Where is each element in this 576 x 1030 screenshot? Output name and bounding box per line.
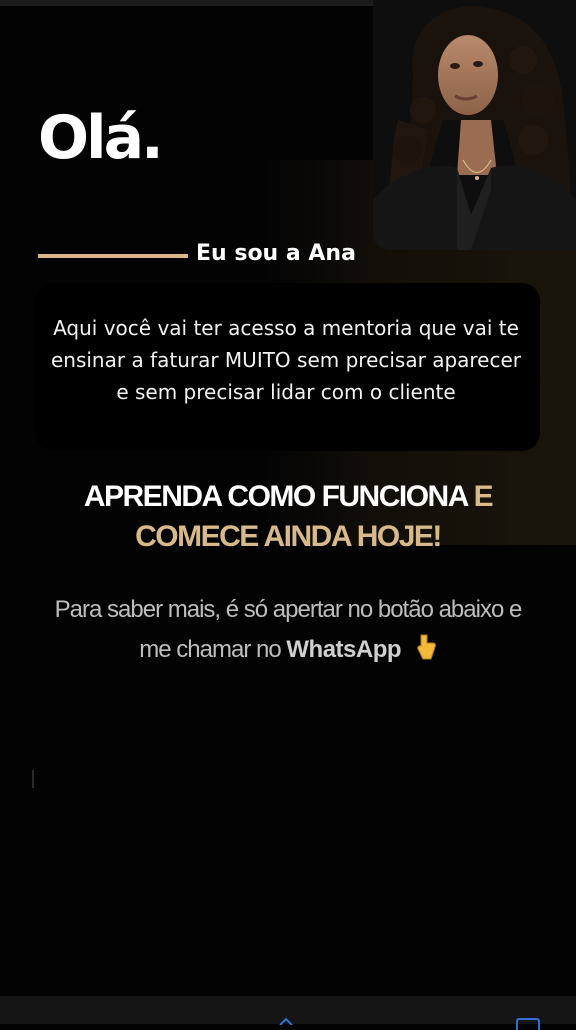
gold-divider — [38, 254, 188, 258]
headline-white: APRENDA COMO FUNCIONA — [83, 480, 468, 513]
cta-text: Para saber mais, é só apertar no botão a… — [40, 590, 536, 674]
tabs-icon[interactable] — [516, 1018, 540, 1030]
profile-photo — [373, 0, 576, 250]
intro-name-row: Eu sou a Ana — [38, 240, 378, 272]
whatsapp-label: WhatsApp — [286, 636, 402, 663]
name-label: Eu sou a Ana — [196, 241, 356, 266]
scroll-indicator — [32, 770, 34, 788]
woman-portrait-image — [373, 0, 576, 250]
intro-text: Aqui você vai ter acesso a mentoria que … — [50, 316, 522, 404]
greeting-heading: Olá. — [38, 103, 164, 173]
pointing-down-hand-icon — [415, 633, 437, 674]
headline: APRENDA COMO FUNCIONA E COMECE AINDA HOJ… — [20, 477, 556, 557]
